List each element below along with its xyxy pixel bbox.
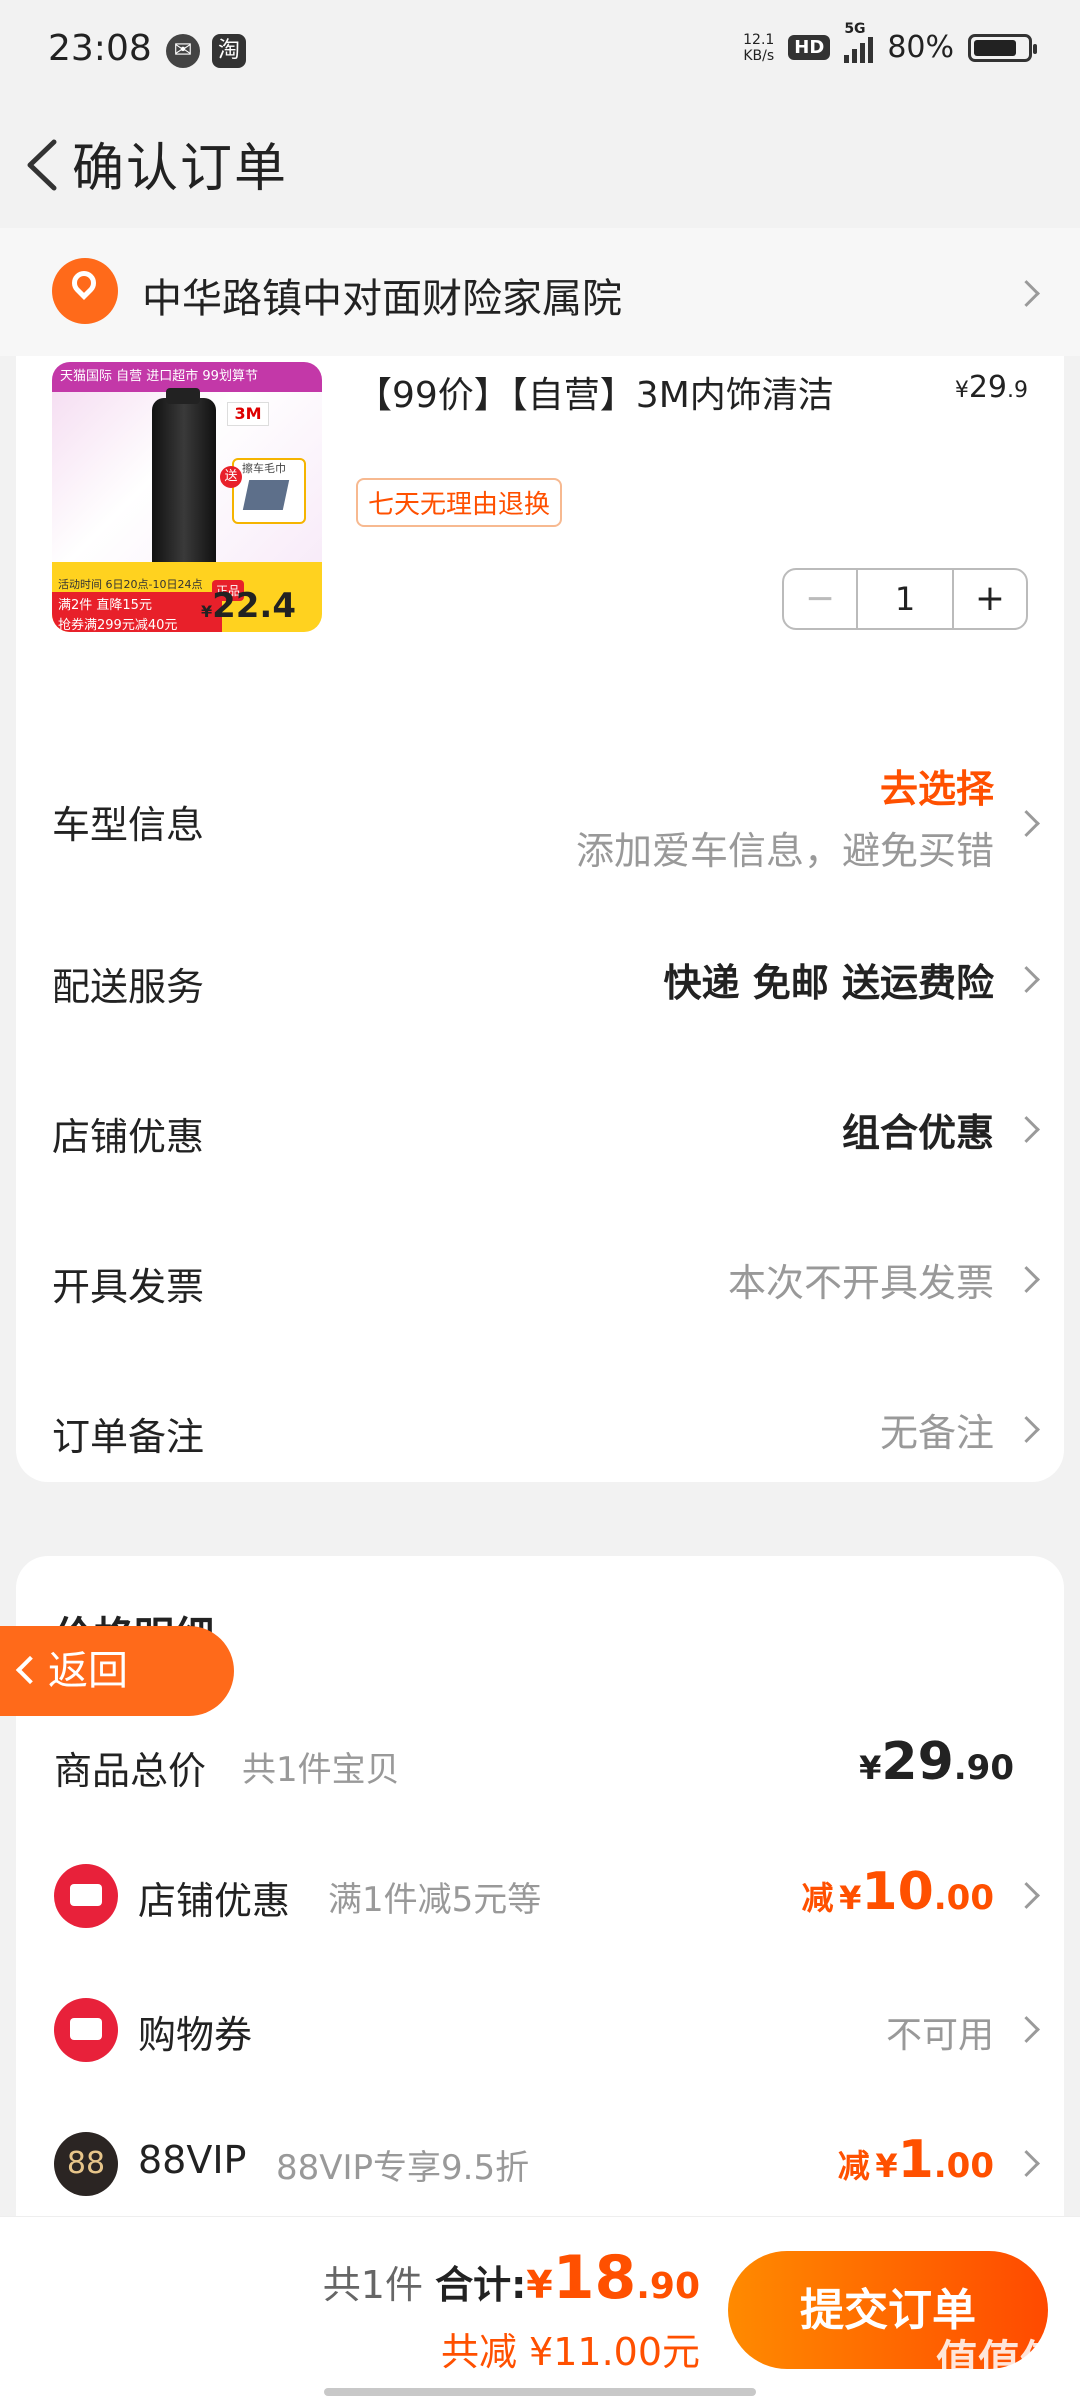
chevron-right-icon (1013, 1266, 1040, 1293)
page-title: 确认订单 (72, 139, 289, 199)
88vip-badge-icon: 88 (54, 2132, 118, 2196)
home-indicator[interactable] (324, 2388, 756, 2396)
quantity-value[interactable]: 1 (856, 570, 954, 628)
checkout-bar: 共1件 合计:¥18.90 共减 ¥11.00元 提交订单 值值值 zhizhi… (0, 2216, 1080, 2401)
chevron-right-icon (1013, 2150, 1040, 2177)
signal-icon: 5G (844, 21, 874, 63)
shop-discount-detail-row[interactable]: 店铺优惠 满1件减5元等 减 ¥10.00 (16, 1856, 1064, 1946)
chevron-right-icon (1013, 2016, 1040, 2043)
shop-discount-row[interactable]: 店铺优惠 组合优惠 (16, 1066, 1064, 1166)
order-note-row[interactable]: 订单备注 无备注 (16, 1366, 1064, 1466)
increase-button[interactable]: + (954, 570, 1026, 628)
car-select-link[interactable]: 去选择 (880, 758, 994, 813)
chevron-right-icon (1013, 280, 1040, 307)
order-total: 共1件 合计:¥18.90 (322, 2243, 700, 2313)
delivery-row[interactable]: 配送服务 快递 免邮 送运费险 (16, 916, 1064, 1016)
product-name[interactable]: 【99价】【自营】3M内饰清洁 (356, 366, 834, 418)
total-saved: 共减 ¥11.00元 (440, 2330, 700, 2374)
chevron-right-icon (1013, 1116, 1040, 1143)
shop-discount-icon (54, 1864, 118, 1928)
quantity-stepper: − 1 + (782, 568, 1028, 630)
coupon-row[interactable]: 购物券 不可用 (16, 1990, 1064, 2080)
status-bar: 23:08 ✉ 淘 12.1 KB/s HD 5G 80% (0, 0, 1080, 100)
chevron-right-icon (1013, 966, 1040, 993)
chevron-right-icon (1013, 810, 1040, 837)
floating-back-button[interactable]: 返回 (0, 1626, 234, 1716)
status-indicators: 12.1 KB/s HD 5G 80% (743, 21, 1037, 65)
back-arrow-icon[interactable] (14, 130, 74, 200)
net-speed: 12.1 KB/s (743, 31, 775, 64)
wechat-icon: ✉ (166, 34, 200, 68)
decrease-button[interactable]: − (784, 570, 856, 628)
address-text: 中华路镇中对面财险家属院 (142, 276, 622, 322)
chevron-right-icon (1013, 1416, 1040, 1443)
hd-icon: HD (788, 35, 831, 60)
order-card: 天猫国际 自营 进口超市 99划算节 3M 送 擦车毛巾 活动时间 6日20点-… (16, 356, 1064, 1482)
total-price-row: 商品总价 共1件宝贝 ¥29.90 (54, 1732, 1014, 1793)
battery-icon (968, 33, 1037, 62)
location-pin-icon (52, 258, 118, 324)
watermark-url: zhizhizhi.com (930, 2377, 1052, 2398)
page-header: 确认订单 (0, 100, 1080, 230)
return-policy-tag: 七天无理由退换 (356, 478, 563, 527)
battery-percent: 80% (887, 30, 954, 65)
coupon-icon (54, 1998, 118, 2062)
invoice-row[interactable]: 开具发票 本次不开具发票 (16, 1216, 1064, 1316)
vip-discount-row[interactable]: 88 88VIP 88VIP专享9.5折 减 ¥1.00 (16, 2124, 1064, 2214)
chevron-right-icon (1013, 1882, 1040, 1909)
product-image[interactable]: 天猫国际 自营 进口超市 99划算节 3M 送 擦车毛巾 活动时间 6日20点-… (52, 362, 322, 632)
product-price: ¥29.9 (954, 370, 1028, 405)
address-row[interactable]: 中华路镇中对面财险家属院 (0, 228, 1080, 356)
status-time: 23:08 (48, 28, 152, 69)
taobao-icon: 淘 (212, 34, 246, 68)
car-info-row[interactable]: 车型信息 去选择 添加爱车信息，避免买错 (16, 746, 1064, 896)
